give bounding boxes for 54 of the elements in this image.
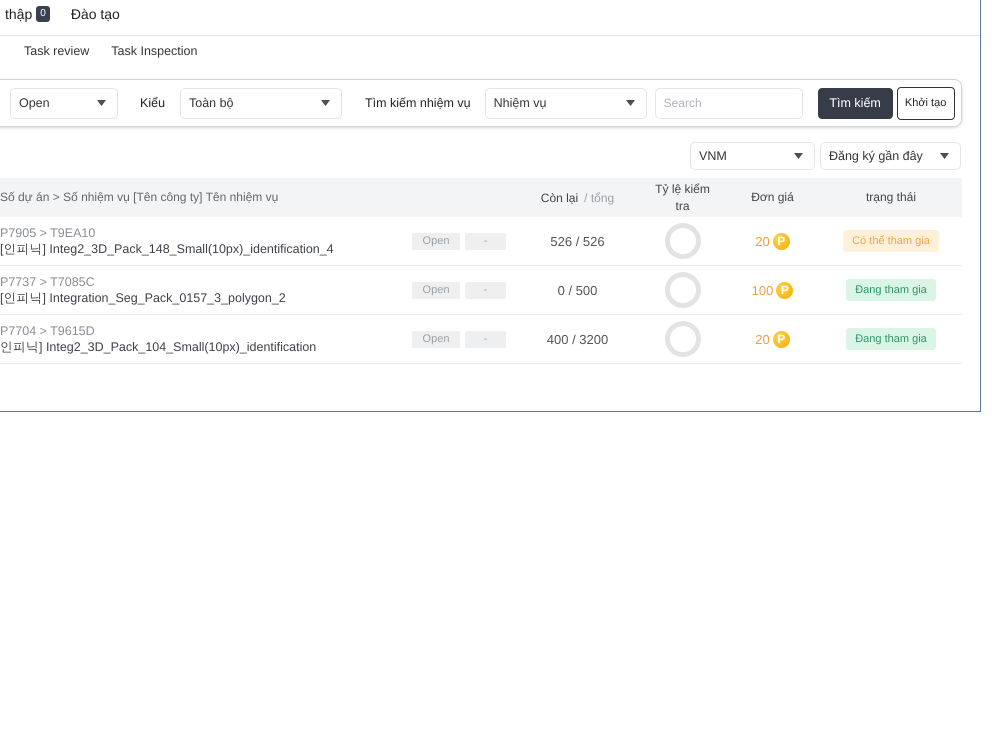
sub-tab[interactable]: Task Inspection <box>111 44 198 58</box>
filter-label: Kiểu <box>140 96 166 110</box>
tag-label: - <box>465 232 506 250</box>
price-text: 100 <box>752 282 774 298</box>
caret-icon <box>321 100 330 106</box>
column-header-secondary: / tổng <box>584 190 614 204</box>
tag-label: Open <box>412 282 460 298</box>
task-path: P7704 > T9615D <box>0 324 96 338</box>
price-text: 20 <box>755 332 770 346</box>
filter-label: Tìm kiếm nhiệm vụ <box>365 96 471 110</box>
tag-label: - <box>465 282 506 298</box>
column-header: Còn lại <box>540 190 578 204</box>
count-cell: 400 / 3200 <box>546 332 608 346</box>
nav-tab[interactable]: Đào tạo <box>70 6 120 22</box>
count-badge: 0 <box>36 6 50 22</box>
points-coin: P <box>772 330 790 348</box>
status-select[interactable]: Open <box>10 88 118 118</box>
status-label: Đang tham gia <box>846 279 936 301</box>
tab-label: thập <box>5 6 32 22</box>
ring-icon <box>664 321 700 357</box>
task-name: 인피닉] Integ2_3D_Pack_104_Small(10px)_identification <box>0 340 318 354</box>
points-coin: P <box>772 232 790 250</box>
search-button[interactable]: Tìm kiếm <box>818 88 893 118</box>
task-name: [인피닉] Integration_Seg_Pack_0157_3_polygon_2 <box>0 290 287 306</box>
status-label: Có thể tham gia <box>843 230 939 252</box>
ring-icon <box>664 272 700 308</box>
points-coin: P <box>776 282 794 298</box>
status-label: Đang tham gia <box>846 328 936 350</box>
column-header: trạng thái <box>866 189 916 206</box>
task-name: [인피닉] Integ2_3D_Pack_148_Small(10px)_identification_4 <box>0 242 335 256</box>
price-text: 20 <box>755 234 770 248</box>
caret-icon <box>940 153 949 159</box>
tag-label: - <box>465 330 506 348</box>
ring-icon <box>664 223 700 259</box>
tag-label: Open <box>412 232 460 250</box>
column-header: Số dự án > Số nhiệm vụ [Tên công ty] Tên nhiệm vụ <box>0 189 278 206</box>
task-path: P7905 > T9EA10 <box>0 226 96 240</box>
nav-tab[interactable]: thập 0 <box>5 6 50 22</box>
caret-icon <box>794 153 803 159</box>
task-path: P7737 > T7085C <box>0 274 96 290</box>
count-cell: 0 / 500 <box>558 282 598 298</box>
type-select[interactable]: Toàn bộ <box>180 88 342 118</box>
caret-icon <box>626 100 635 106</box>
count-cell: 526 / 526 <box>550 234 605 248</box>
column-header: Tỷ lệ kiểm tra <box>654 180 711 214</box>
tag-label: Open <box>412 330 460 348</box>
sub-tab[interactable]: Task review <box>24 44 90 58</box>
search-field[interactable]: Search <box>654 88 803 118</box>
sort-select[interactable]: Đăng ký gần đây <box>820 142 961 170</box>
reset-button[interactable]: Khởi tạo <box>896 86 955 120</box>
caret-icon <box>97 100 106 106</box>
task-field-select[interactable]: Nhiệm vụ <box>484 88 647 118</box>
column-header: Đơn giá <box>751 189 794 206</box>
region-select[interactable]: VNM <box>690 142 815 170</box>
